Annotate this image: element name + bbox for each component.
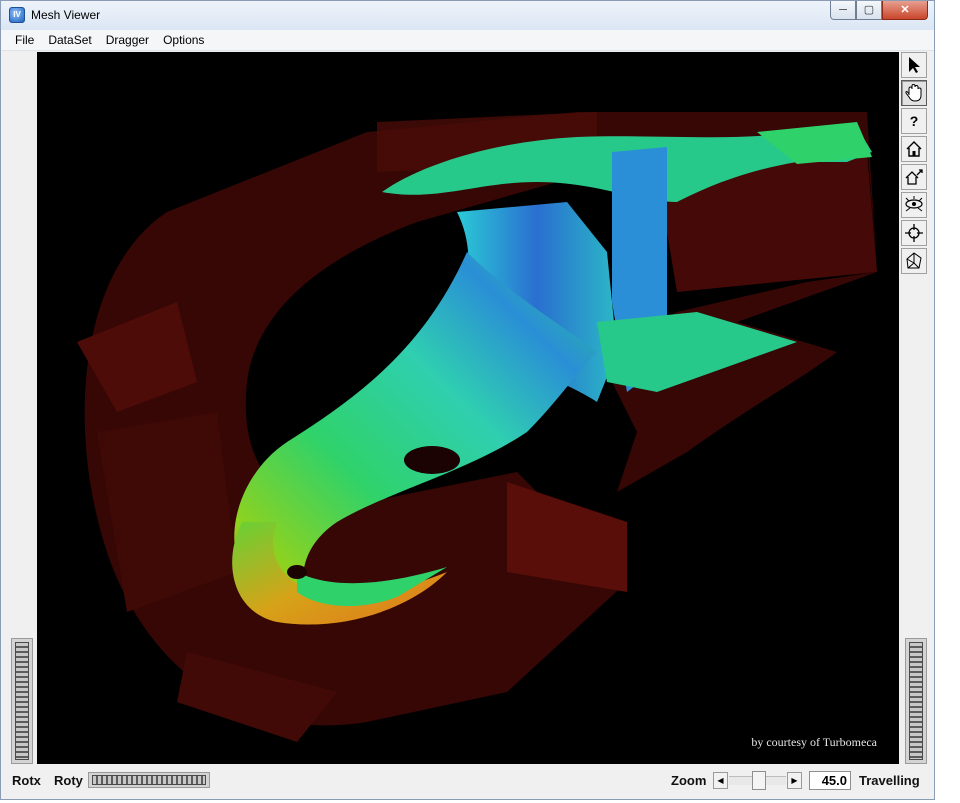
set-home-button[interactable] bbox=[901, 164, 927, 190]
zoom-label: Zoom bbox=[671, 773, 707, 788]
menu-dragger[interactable]: Dragger bbox=[99, 30, 156, 50]
title-bar[interactable]: IV Mesh Viewer ─ ▢ ✕ bbox=[1, 1, 934, 31]
travelling-label: Travelling bbox=[859, 773, 920, 788]
credit-caption: by courtesy of Turbomeca bbox=[751, 735, 877, 749]
travelling-thumbwheel[interactable] bbox=[909, 642, 923, 760]
projection-button[interactable] bbox=[901, 248, 927, 274]
rotx-thumbwheel[interactable] bbox=[15, 642, 29, 760]
view-all-icon bbox=[905, 196, 923, 212]
zoom-increase-button[interactable]: ▶ bbox=[787, 772, 802, 789]
viewer-toolbar: ? bbox=[901, 52, 929, 276]
roty-thumbwheel[interactable] bbox=[92, 775, 206, 785]
arrow-left-icon: ◀ bbox=[717, 776, 724, 785]
help-icon: ? bbox=[909, 113, 919, 129]
window-title: Mesh Viewer bbox=[31, 8, 101, 22]
maximize-icon: ▢ bbox=[863, 4, 875, 16]
view-all-button[interactable] bbox=[901, 192, 927, 218]
app-icon: IV bbox=[9, 7, 25, 23]
rotx-label: Rotx bbox=[12, 773, 41, 788]
roty-label: Roty bbox=[54, 773, 83, 788]
menu-options[interactable]: Options bbox=[156, 30, 211, 50]
window-controls: ─ ▢ ✕ bbox=[830, 1, 928, 21]
select-tool-button[interactable] bbox=[901, 52, 927, 78]
projection-icon bbox=[906, 252, 922, 269]
menu-file[interactable]: File bbox=[8, 30, 41, 50]
view-tool-button[interactable] bbox=[901, 80, 927, 106]
menu-dataset[interactable]: DataSet bbox=[41, 30, 98, 50]
3d-viewport[interactable]: by courtesy of Turbomeca bbox=[37, 52, 899, 764]
close-button[interactable]: ✕ bbox=[882, 1, 928, 20]
zoom-decrease-button[interactable]: ◀ bbox=[713, 772, 728, 789]
arrow-right-icon: ▶ bbox=[791, 776, 798, 785]
maximize-button[interactable]: ▢ bbox=[856, 1, 882, 20]
minimize-button[interactable]: ─ bbox=[830, 1, 856, 20]
close-icon: ✕ bbox=[900, 4, 910, 16]
hand-view-icon bbox=[905, 83, 922, 102]
roty-wheel-frame bbox=[88, 772, 210, 788]
home-icon bbox=[906, 141, 922, 157]
seek-icon bbox=[905, 224, 923, 242]
select-arrow-icon bbox=[909, 57, 920, 73]
minimize-icon: ─ bbox=[839, 4, 847, 16]
home-button[interactable] bbox=[901, 136, 927, 162]
zoom-value-field[interactable]: 45.0 bbox=[809, 771, 851, 790]
travelling-wheel-frame bbox=[905, 638, 927, 764]
set-home-icon bbox=[905, 169, 923, 185]
zoom-slider-thumb[interactable] bbox=[752, 771, 766, 790]
menu-bar: File DataSet Dragger Options bbox=[1, 30, 934, 51]
rotx-wheel-frame bbox=[11, 638, 33, 764]
seek-button[interactable] bbox=[901, 220, 927, 246]
mesh-render bbox=[77, 112, 877, 742]
help-button[interactable]: ? bbox=[901, 108, 927, 134]
